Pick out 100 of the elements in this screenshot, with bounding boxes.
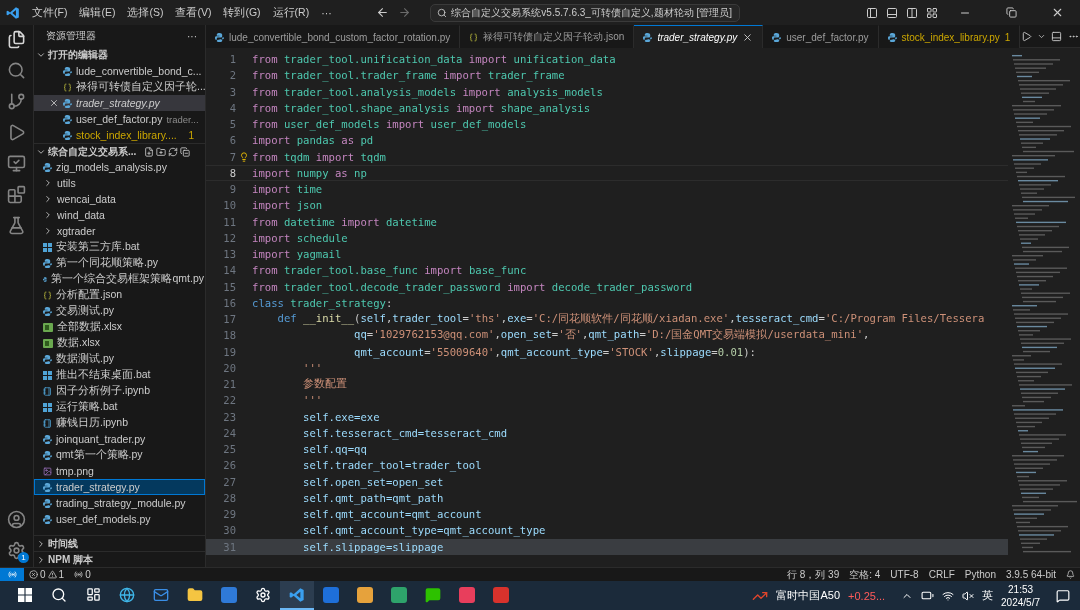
- file-name: 因子分析例子.ipynb: [56, 384, 151, 398]
- status-item[interactable]: UTF-8: [885, 567, 924, 582]
- section-title[interactable]: 综合自定义交易系...: [48, 144, 137, 159]
- editor-tab[interactable]: 禄得可转债自定义因子轮动.json: [460, 25, 635, 48]
- battery-icon[interactable]: [921, 589, 935, 602]
- wifi-icon[interactable]: [942, 589, 955, 602]
- ticker-change: +0.25...: [848, 589, 886, 602]
- menu-item[interactable]: 文件(F): [26, 5, 74, 20]
- code-line: from trader_tool.analysis_models import analysis_models: [252, 85, 603, 98]
- file-tree-item[interactable]: xgtrader: [34, 223, 205, 239]
- chevron-icon[interactable]: [36, 50, 46, 60]
- line-number: 10: [222, 199, 236, 212]
- file-tree-item[interactable]: 推出不结束桌面.bat: [34, 367, 205, 383]
- file-tree-item[interactable]: 数据.xlsx: [34, 335, 205, 351]
- clock[interactable]: 21:53 2024/5/7: [1001, 582, 1040, 609]
- new-folder-icon[interactable]: [156, 146, 167, 157]
- line-number: 13: [222, 248, 236, 261]
- open-editor-item[interactable]: 禄得可转债自定义因子轮...: [34, 79, 205, 95]
- file-tree-item[interactable]: 分析配置.json: [34, 287, 205, 303]
- menu-item[interactable]: 编辑(E): [73, 5, 122, 20]
- python-file-icon: [43, 498, 52, 508]
- section-title[interactable]: 时间线: [48, 536, 78, 551]
- remote-indicator[interactable]: [0, 567, 24, 582]
- file-tree-item[interactable]: tmp.png: [34, 463, 205, 479]
- problems-indicator[interactable]: 0 1: [24, 569, 70, 580]
- mute-icon[interactable]: [962, 589, 975, 602]
- file-tree-item[interactable]: zig_models_analysis.py: [34, 159, 205, 175]
- editor-tab[interactable]: user_def_factor.py: [763, 25, 879, 48]
- more-actions-button[interactable]: ···: [187, 30, 197, 42]
- notification-center-icon[interactable]: [1056, 588, 1070, 603]
- file-tree-item[interactable]: 全部数据.xlsx: [34, 319, 205, 335]
- menu-item[interactable]: 查看(V): [169, 5, 218, 20]
- file-tree-item[interactable]: joinquant_trader.py: [34, 431, 205, 447]
- section-title[interactable]: NPM 脚本: [48, 552, 93, 567]
- file-tree-item[interactable]: 运行策略.bat: [34, 399, 205, 415]
- line-number: 31: [222, 540, 236, 553]
- file-tree-item[interactable]: trading_strategy_module.py: [34, 495, 205, 511]
- code-line: qq='1029762153@qq.com',open_set='否',qmt_path='D:/国金QMT交易端模拟/userdata_mini',: [353, 328, 870, 343]
- file-name: 第一个同花顺策略.py: [56, 256, 158, 270]
- editor-tab[interactable]: stock_index_library.py 1: [878, 25, 1021, 48]
- file-tree-item[interactable]: 交易测试.py: [34, 303, 205, 319]
- code-line: self.trader_tool=trader_tool: [302, 459, 482, 472]
- file-tree-item[interactable]: 第一个综合交易框架策略qmt.py: [34, 271, 205, 287]
- python-file-icon: [215, 32, 224, 42]
- close-icon[interactable]: [742, 31, 754, 43]
- refresh-icon[interactable]: [168, 146, 179, 157]
- file-name: 赚钱日历.ipynb: [56, 416, 129, 430]
- status-item[interactable]: CRLF: [923, 567, 960, 582]
- status-item[interactable]: 行 8，列 39: [781, 567, 845, 582]
- status-item[interactable]: 3.9.5 64-bit: [1000, 567, 1061, 582]
- input-method-indicator[interactable]: 英: [982, 588, 994, 603]
- code-line: self.qmt_account_type=qmt_account_type: [302, 524, 546, 537]
- menu-item[interactable]: 选择(S): [121, 5, 170, 20]
- menu-item[interactable]: ···: [315, 6, 338, 19]
- close-icon[interactable]: [49, 98, 59, 108]
- split-editor-icon[interactable]: [1050, 30, 1064, 42]
- file-tree-item[interactable]: 赚钱日历.ipynb: [34, 415, 205, 431]
- editor-tab[interactable]: trader_strategy.py: [634, 25, 764, 48]
- python-file-icon: [63, 114, 72, 124]
- file-tree-item[interactable]: utils: [34, 175, 205, 191]
- notebook-icon: [43, 386, 52, 396]
- line-number: 22: [222, 394, 236, 407]
- file-tree-item[interactable]: 第一个同花顺策略.py: [34, 255, 205, 271]
- file-tree-item[interactable]: user_def_models.py: [34, 511, 205, 527]
- open-editor-item[interactable]: trader_strategy.py: [34, 95, 205, 111]
- code-line: self.qmt_path=qmt_path: [302, 491, 444, 504]
- chevron-icon[interactable]: [36, 554, 46, 565]
- collapse-all-icon[interactable]: [180, 146, 191, 157]
- file-name: 第一个综合交易框架策略qmt.py: [51, 272, 204, 286]
- file-tree-item[interactable]: trader_strategy.py: [34, 479, 205, 495]
- file-name: 全部数据.xlsx: [57, 320, 122, 334]
- status-item[interactable]: 空格: 4: [844, 567, 886, 582]
- command-search-field[interactable]: 综合自定义交易系统v5.5.7.6.3_可转债自定义,题材轮动 [管理员]: [429, 3, 740, 22]
- file-tree-item[interactable]: wind_data: [34, 207, 205, 223]
- line-number: 2: [228, 69, 236, 82]
- open-editor-item[interactable]: lude_convertible_bond_c...: [34, 63, 205, 79]
- file-tree-item[interactable]: wencai_data: [34, 191, 205, 207]
- open-editor-item[interactable]: stock_index_library.... 1: [34, 127, 205, 143]
- file-tree-item[interactable]: 因子分析例子.ipynb: [34, 383, 205, 399]
- menu-item[interactable]: 转到(G): [217, 5, 267, 20]
- file-tree-item[interactable]: 数据测试.py: [34, 351, 205, 367]
- run-icon[interactable]: [1020, 30, 1034, 42]
- code-editor-icon[interactable]: [280, 581, 314, 610]
- open-editor-item[interactable]: user_def_factor.py trader...: [34, 111, 205, 127]
- new-file-icon[interactable]: [144, 146, 155, 157]
- menu-item[interactable]: 运行(R): [266, 5, 316, 20]
- chevron-icon[interactable]: [36, 538, 46, 549]
- file-tree-item[interactable]: qmt第一个策略.py: [34, 447, 205, 463]
- code-line: self.exe=exe: [302, 410, 380, 423]
- section-title[interactable]: 打开的编辑器: [48, 48, 108, 62]
- file-name: 推出不结束桌面.bat: [56, 368, 151, 382]
- file-name: stock_index_library....: [76, 129, 177, 141]
- file-tree-item[interactable]: 安装第三方库.bat: [34, 239, 205, 255]
- file-description: trader...: [166, 113, 199, 125]
- app-logo-icon: [6, 5, 20, 20]
- tab-label: 禄得可转债自定义因子轮动.json: [483, 30, 625, 44]
- ports-indicator[interactable]: 0: [69, 569, 96, 580]
- lightbulb-icon[interactable]: [239, 151, 249, 162]
- status-item[interactable]: Python: [959, 567, 1001, 582]
- editor-tab[interactable]: lude_convertible_bond_custom_factor_rotation.py: [206, 25, 461, 48]
